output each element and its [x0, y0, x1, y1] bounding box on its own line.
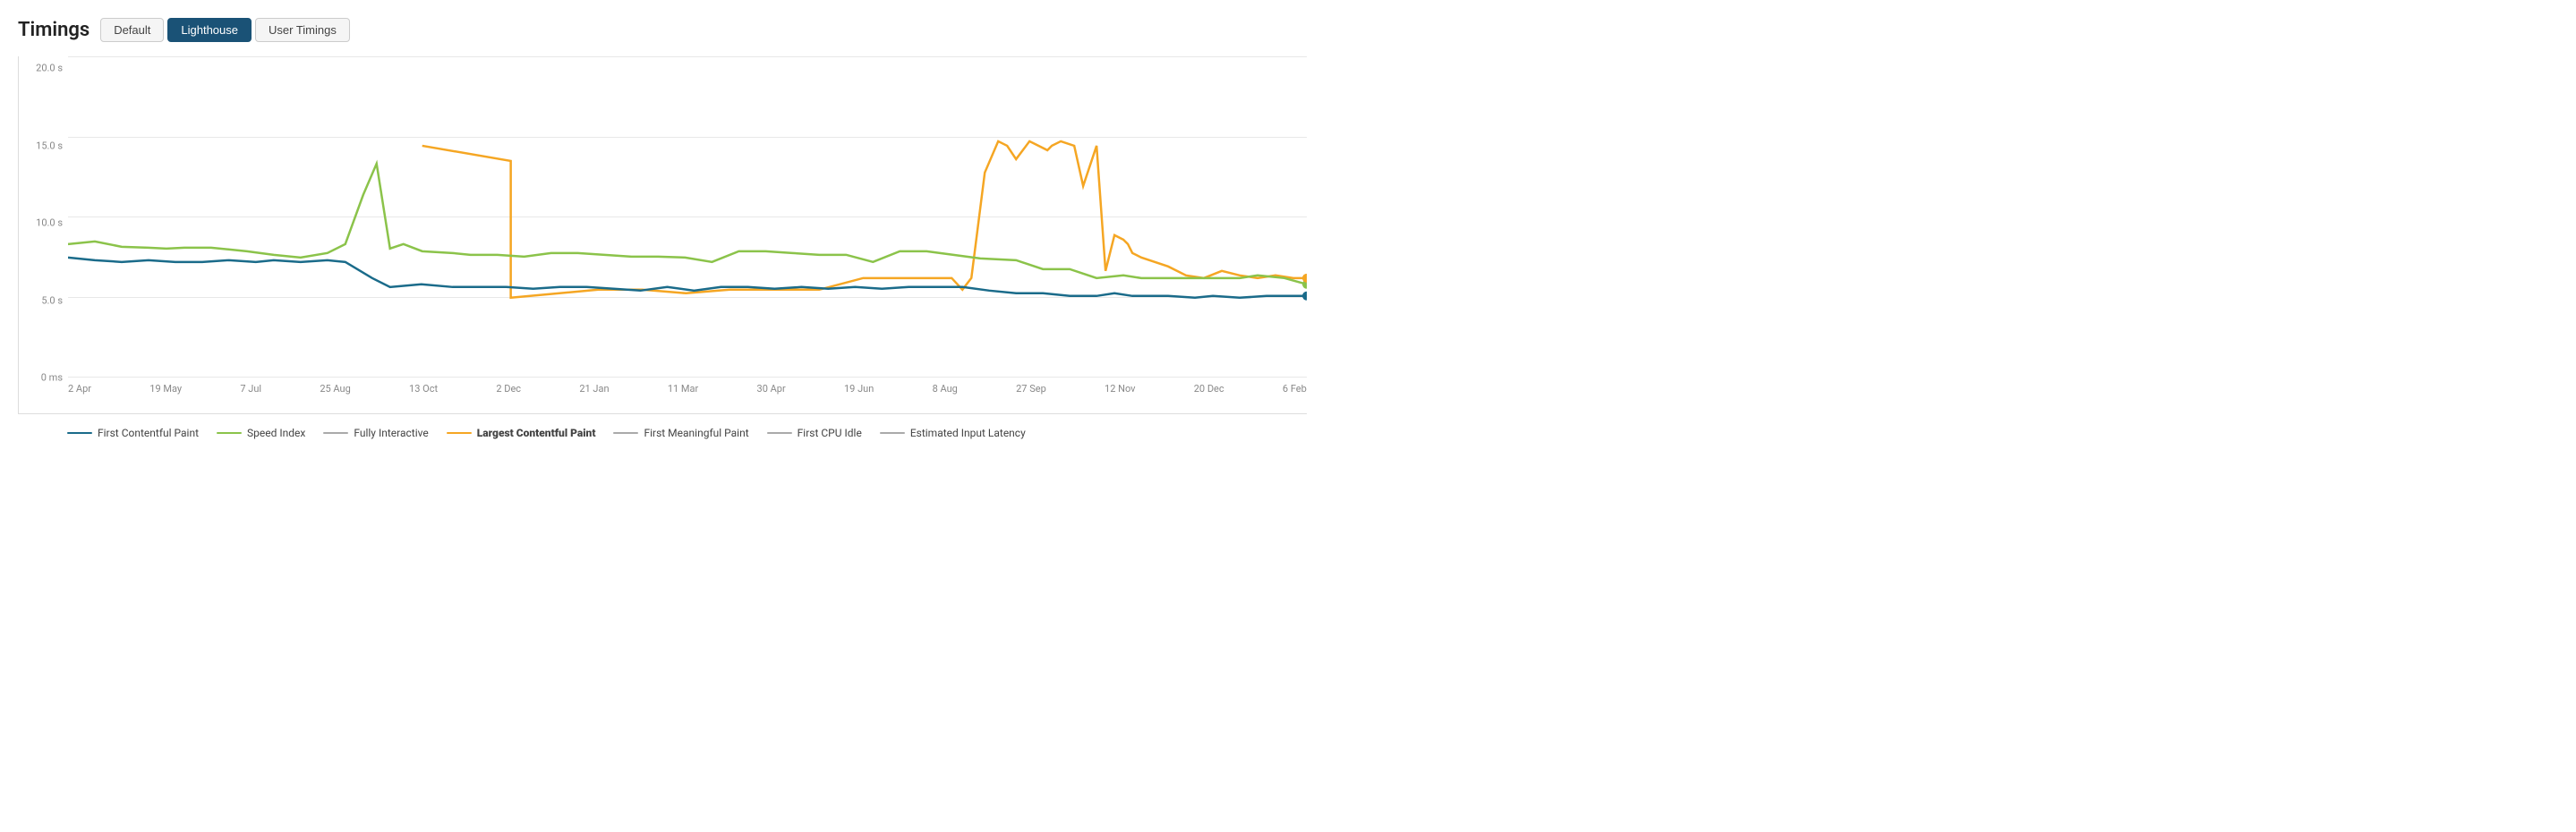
x-label-oct13: 13 Oct: [409, 383, 438, 395]
legend-eil: Estimated Input Latency: [880, 427, 1026, 439]
legend-fi: Fully Interactive: [323, 427, 428, 439]
x-label-nov12: 12 Nov: [1105, 383, 1135, 395]
legend-cpu-idle-label: First CPU Idle: [798, 427, 862, 439]
tab-group: Default Lighthouse User Timings: [100, 18, 350, 42]
x-label-mar11: 11 Mar: [668, 383, 698, 395]
x-label-jul7: 7 Jul: [240, 383, 261, 395]
tab-default[interactable]: Default: [100, 18, 164, 42]
legend-fi-line: [323, 432, 348, 434]
x-label-feb6: 6 Feb: [1283, 383, 1307, 395]
legend-fcp: First Contentful Paint: [67, 427, 199, 439]
legend-si-line: [217, 432, 242, 434]
y-label-5s: 5.0 s: [19, 294, 68, 306]
y-label-0ms: 0 ms: [19, 372, 68, 384]
x-label-apr2: 2 Apr: [68, 383, 91, 395]
legend-cpu-idle: First CPU Idle: [767, 427, 862, 439]
legend-fmp-label: First Meaningful Paint: [644, 427, 748, 439]
legend-fmp: First Meaningful Paint: [613, 427, 748, 439]
fcp-end-dot: [1302, 292, 1307, 301]
chart-legend: First Contentful Paint Speed Index Fully…: [18, 427, 1307, 439]
x-label-aug8: 8 Aug: [933, 383, 958, 395]
legend-lcp-line: [447, 432, 472, 434]
legend-si: Speed Index: [217, 427, 305, 439]
x-label-may19: 19 May: [149, 383, 182, 395]
legend-fi-label: Fully Interactive: [354, 427, 428, 439]
legend-fcp-label: First Contentful Paint: [98, 427, 199, 439]
y-label-10s: 10.0 s: [19, 217, 68, 229]
fcp-line: [68, 258, 1307, 298]
x-label-dec20: 20 Dec: [1194, 383, 1224, 395]
timings-panel: Timings Default Lighthouse User Timings …: [18, 18, 1307, 439]
x-label-apr30: 30 Apr: [757, 383, 786, 395]
panel-header: Timings Default Lighthouse User Timings: [18, 18, 1307, 42]
lcp-end-dot: [1302, 274, 1307, 283]
legend-eil-label: Estimated Input Latency: [910, 427, 1026, 439]
legend-lcp: Largest Contentful Paint: [447, 427, 596, 439]
legend-cpu-idle-line: [767, 432, 792, 434]
legend-fmp-line: [613, 432, 638, 434]
lcp-line: [422, 141, 1307, 298]
x-label-jun19: 19 Jun: [844, 383, 874, 395]
legend-eil-line: [880, 432, 905, 434]
legend-si-label: Speed Index: [247, 427, 305, 439]
y-label-15s: 15.0 s: [19, 140, 68, 151]
legend-lcp-label: Largest Contentful Paint: [477, 427, 596, 439]
chart-svg: [68, 56, 1307, 378]
x-label-dec2: 2 Dec: [496, 383, 521, 395]
y-axis: 0 ms 5.0 s 10.0 s 15.0 s 20.0 s: [19, 56, 68, 378]
x-label-jan21: 21 Jan: [579, 383, 609, 395]
tab-lighthouse[interactable]: Lighthouse: [167, 18, 252, 42]
x-axis: 2 Apr 19 May 7 Jul 25 Aug 13 Oct 2 Dec 2…: [68, 378, 1307, 413]
si-line: [68, 164, 1307, 284]
tab-user-timings[interactable]: User Timings: [255, 18, 350, 42]
chart-area: 0 ms 5.0 s 10.0 s 15.0 s 20.0 s: [18, 56, 1307, 414]
y-label-20s: 20.0 s: [19, 63, 68, 74]
x-label-sep27: 27 Sep: [1016, 383, 1046, 395]
x-label-aug25: 25 Aug: [320, 383, 350, 395]
panel-title: Timings: [18, 19, 90, 41]
legend-fcp-line: [67, 432, 92, 434]
